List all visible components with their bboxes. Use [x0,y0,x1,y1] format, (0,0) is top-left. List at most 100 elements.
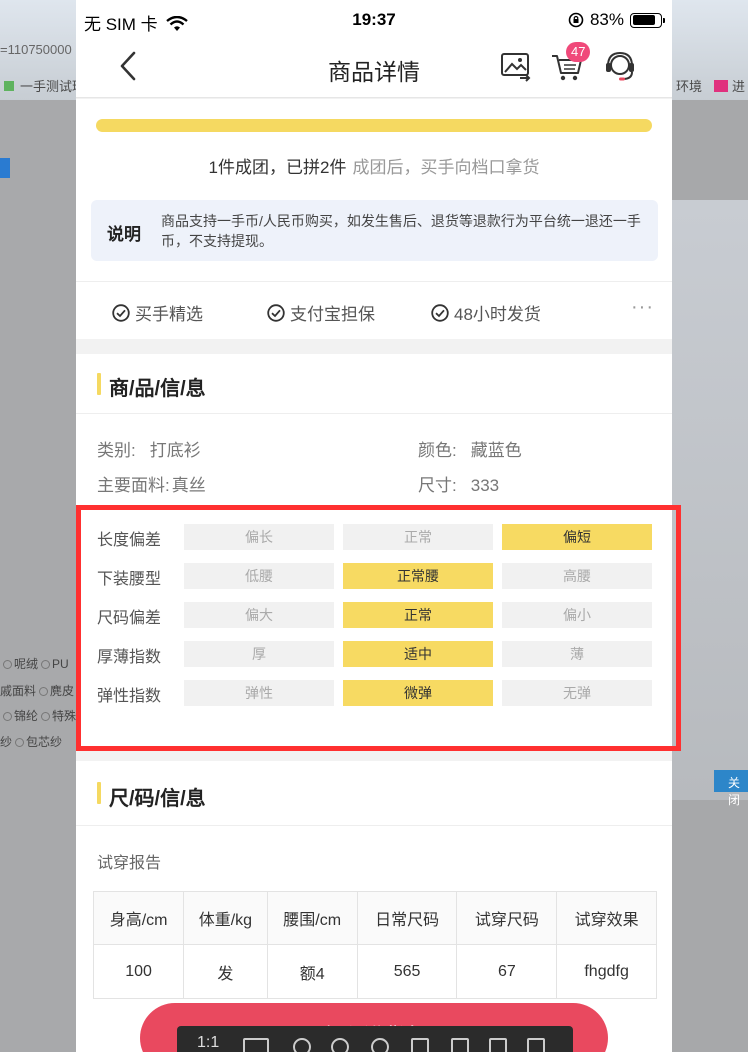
fit-option-selected[interactable]: 正常 [343,602,493,628]
attr-label: 尺寸: [418,476,457,495]
product-info-header: 商/品/信/息 [76,354,672,414]
fit-option[interactable]: 薄 [502,641,652,667]
bookmark-icon [4,81,14,91]
zoom-in-icon[interactable] [293,1038,311,1052]
group-buy-card: 1件成团，已拼2件 成团后，买手向档口拿货 说明 商品支持一手币/人民币购买，如发… [76,99,672,339]
feature-label: 支付宝担保 [290,305,375,324]
attr-color: 颜色: 藏蓝色 [418,436,522,461]
fit-option[interactable]: 正常 [343,524,493,550]
more-features-icon[interactable]: ··· [631,296,654,319]
desktop-filter-row-1: 呢绒 PU [0,655,69,672]
battery-fill [632,15,655,25]
radio-icon[interactable] [39,687,49,696]
table-cell: 100 [92,944,185,999]
fit-option-selected[interactable]: 正常腰 [343,563,493,589]
desktop-bookmark-right-2[interactable]: 进 [714,76,745,95]
desktop-bookmark-right[interactable]: 环境 [676,76,702,95]
fit-option[interactable]: 偏小 [502,602,652,628]
check-circle-icon [112,303,130,322]
table-header-row: 身高/cm 体重/kg 腰围/cm 日常尺码 试穿尺码 试穿效果 [92,891,657,945]
group-hint: 成团后，买手向档口拿货 [352,158,540,177]
zoom-ratio[interactable]: 1:1 [197,1034,219,1052]
cart-count-badge: 47 [566,42,591,62]
nav-bar: 商品详情 47 [76,38,672,98]
fit-option-selected[interactable]: 微弹 [343,680,493,706]
feature-label: 买手精选 [135,305,203,324]
check-circle-icon [267,303,285,322]
fit-screen-icon[interactable] [243,1038,269,1052]
feature-label: 48小时发货 [454,305,541,324]
notice-text: 商品支持一手币/人民币购买，如发生售后、退货等退款行为平台统一退还一手币，不支持… [161,213,641,249]
save-icon[interactable] [411,1038,429,1052]
fit-option-selected[interactable]: 适中 [343,641,493,667]
share-icon[interactable] [527,1038,545,1052]
desktop-close-button[interactable]: 关闭 [714,770,748,807]
bookmark-pink-icon [714,80,728,92]
desktop-filter-row-3: 锦纶 特殊 [0,707,76,724]
attr-label: 主要面料: [97,476,170,495]
attr-value: 藏蓝色 [470,441,522,460]
try-on-report-label: 试穿报告 [97,855,162,872]
fit-row: 弹性指数 弹性 微弹 无弹 [76,680,672,706]
group-progress-bar [96,119,652,132]
column-header: 腰围/cm [266,891,358,945]
attr-category: 类别: 打底衫 [97,436,201,461]
desktop-blue-tab[interactable] [0,158,10,178]
attr-value: 打底衫 [149,441,201,460]
image-share-icon[interactable] [498,48,534,84]
feature-item: 支付宝担保 [267,300,375,325]
column-header: 身高/cm [92,891,185,945]
fit-option[interactable]: 厚 [184,641,334,667]
fit-row: 尺码偏差 偏大 正常 偏小 [76,602,672,628]
radio-icon[interactable] [3,660,12,669]
notice-title: 说明 [107,225,141,244]
fit-option[interactable]: 高腰 [502,563,652,589]
group-headline: 1件成团，已拼2件 [208,158,347,177]
radio-icon[interactable] [41,660,51,669]
table-cell: 67 [456,944,558,999]
image-viewer-toolbar: 1:1 [177,1026,573,1052]
status-bar: 无 SIM 卡 19:37 83% [76,0,672,38]
desktop-background-left [0,100,76,1052]
fit-option[interactable]: 弹性 [184,680,334,706]
desktop-url-fragment: =110750000 [0,42,72,57]
fit-label: 长度偏差 [97,532,162,549]
feature-item: 买手精选 [112,300,203,325]
attr-value: 333 [470,476,500,495]
feature-strip[interactable]: 买手精选 支付宝担保 48小时发货 ··· [76,281,672,339]
section-accent-bar [97,782,101,804]
fit-label: 尺码偏差 [97,610,162,627]
copy-icon[interactable] [489,1038,507,1052]
table-cell: 565 [356,944,458,999]
fit-row: 厚薄指数 厚适中薄 [76,641,672,667]
column-header: 试穿效果 [556,891,657,945]
feature-item: 48小时发货 [431,300,541,325]
column-header: 试穿尺码 [456,891,558,945]
radio-icon[interactable] [3,712,12,721]
fit-option[interactable]: 无弹 [502,680,652,706]
fit-option[interactable]: 偏大 [184,602,334,628]
fit-label: 弹性指数 [97,688,162,705]
zoom-out-icon[interactable] [331,1038,349,1052]
radio-icon[interactable] [15,738,25,747]
table-row: 100 发 额4 565 67 fhgdfg [92,944,657,999]
fit-row: 长度偏差 偏长 正常 偏短 [76,524,672,550]
desktop-bookmark[interactable]: 一手测试环 [4,76,85,95]
rotate-icon[interactable] [371,1038,389,1052]
table-cell: fhgdfg [556,944,657,999]
fit-option[interactable]: 偏长 [184,524,334,550]
fit-row: 下装腰型 低腰 正常腰 高腰 [76,563,672,589]
desktop-filter-row-2: 戚面料 麂皮 [0,684,75,698]
fit-option[interactable]: 低腰 [184,563,334,589]
size-info-title: 尺/码/信/息 [109,788,206,810]
desktop-filter-row-4: 纱包芯纱 [0,735,63,749]
battery-icon [630,12,665,28]
column-header: 体重/kg [183,891,268,945]
attr-label: 类别: [97,441,136,460]
battery-percent: 83% [589,10,624,29]
attr-fabric: 主要面料: 真丝 [97,471,206,496]
radio-icon[interactable] [41,712,51,721]
favorite-icon[interactable] [451,1038,469,1052]
customer-service-icon[interactable] [602,48,638,84]
fit-option-selected[interactable]: 偏短 [502,524,652,550]
